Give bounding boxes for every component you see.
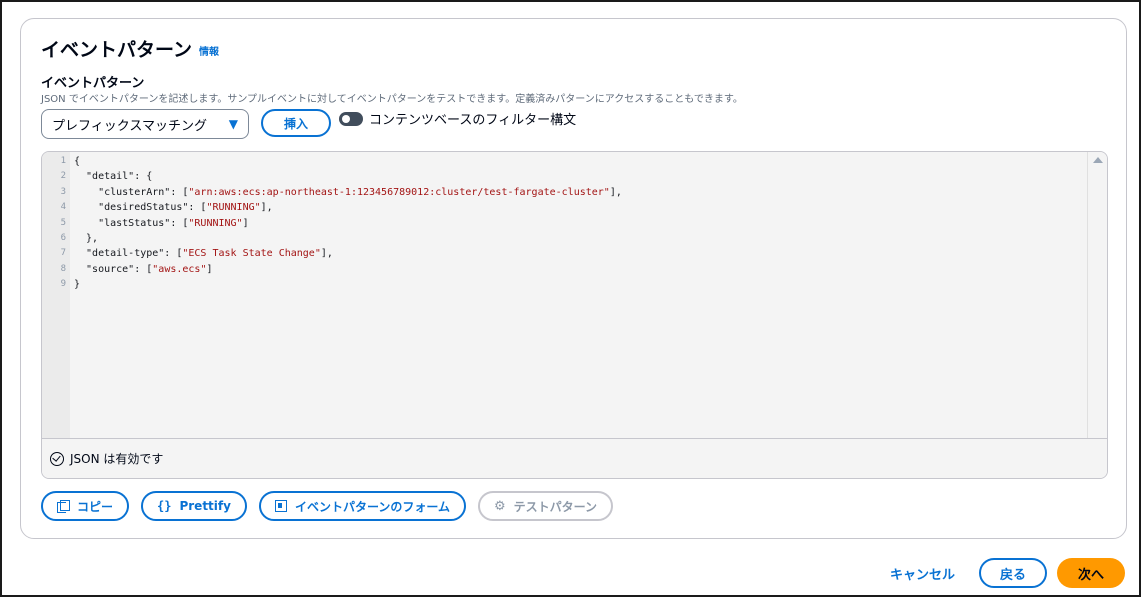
code-line[interactable]: 7 "detail-type": ["ECS Task State Change… bbox=[42, 246, 1087, 261]
editor-actions: コピー {} Prettify イベントパターンのフォーム ⚙ テストパターン bbox=[41, 491, 614, 521]
code-text: "source": ["aws.ecs"] bbox=[70, 262, 213, 277]
code-content[interactable]: 1{2 "detail": {3 "clusterArn": ["arn:aws… bbox=[42, 154, 1087, 293]
code-token: ], bbox=[260, 202, 273, 214]
line-number: 3 bbox=[60, 186, 66, 197]
info-link[interactable]: 情報 bbox=[199, 43, 219, 58]
caret-down-icon: ▼ bbox=[228, 117, 238, 131]
field-description: JSON でイベントパターンを記述します。サンプルイベントに対してイベントパター… bbox=[41, 94, 743, 105]
toggle-switch-icon[interactable] bbox=[339, 111, 363, 126]
code-line[interactable]: 2 "detail": { bbox=[42, 169, 1087, 184]
code-string: "RUNNING" bbox=[188, 217, 243, 229]
content-filter-toggle-wrap[interactable]: コンテンツベースのフィルター構文 bbox=[339, 109, 576, 128]
prettify-label: Prettify bbox=[179, 499, 231, 513]
line-number: 1 bbox=[60, 156, 66, 166]
line-number: 5 bbox=[60, 217, 66, 228]
scroll-up-icon[interactable] bbox=[1093, 157, 1103, 163]
code-line[interactable]: 8 "source": ["aws.ecs"] bbox=[42, 262, 1087, 277]
pattern-type-select[interactable]: プレフィックスマッチング ▼ bbox=[41, 109, 249, 139]
toggle-label: コンテンツベースのフィルター構文 bbox=[369, 113, 577, 128]
code-text: "lastStatus": ["RUNNING"] bbox=[70, 216, 249, 231]
code-token: "lastStatus": [ bbox=[74, 217, 189, 229]
select-value: プレフィックスマッチング bbox=[52, 118, 207, 134]
code-token: ], bbox=[609, 186, 622, 198]
prettify-button[interactable]: {} Prettify bbox=[141, 491, 247, 521]
section-title: イベントパターン bbox=[41, 39, 193, 61]
code-string: "arn:aws:ecs:ap-northeast-1:123456789012… bbox=[188, 186, 610, 198]
code-text: } bbox=[70, 277, 80, 292]
wizard-footer: キャンセル 戻る 次へ bbox=[890, 558, 1125, 588]
code-text: "detail-type": ["ECS Task State Change"]… bbox=[70, 246, 333, 261]
braces-icon: {} bbox=[157, 499, 172, 513]
code-line[interactable]: 4 "desiredStatus": ["RUNNING"], bbox=[42, 200, 1087, 215]
code-editor[interactable]: 1{2 "detail": {3 "clusterArn": ["arn:aws… bbox=[41, 151, 1108, 479]
test-pattern-label: テストパターン bbox=[513, 499, 598, 514]
code-line[interactable]: 1{ bbox=[42, 154, 1087, 169]
code-token: ], bbox=[320, 248, 333, 260]
code-line[interactable]: 3 "clusterArn": ["arn:aws:ecs:ap-northea… bbox=[42, 185, 1087, 200]
line-number: 4 bbox=[60, 202, 66, 213]
code-token: { bbox=[74, 156, 81, 167]
code-text: "clusterArn": ["arn:aws:ecs:ap-northeast… bbox=[70, 185, 622, 200]
code-token: ] bbox=[242, 217, 249, 229]
line-number: 9 bbox=[60, 279, 66, 290]
code-token: "detail": { bbox=[74, 171, 153, 183]
code-text: }, bbox=[70, 231, 98, 246]
validation-status-bar: JSON は有効です bbox=[42, 438, 1107, 478]
line-number: 2 bbox=[60, 171, 66, 182]
form-icon bbox=[274, 500, 287, 512]
code-text: "desiredStatus": ["RUNNING"], bbox=[70, 200, 273, 215]
code-token: } bbox=[74, 279, 81, 291]
code-token: "clusterArn": [ bbox=[74, 186, 189, 198]
check-circle-icon bbox=[50, 451, 64, 466]
line-number: 8 bbox=[60, 263, 66, 274]
code-line[interactable]: 6 }, bbox=[42, 231, 1087, 246]
gear-icon: ⚙ bbox=[494, 498, 506, 514]
validation-status: JSON は有効です bbox=[70, 452, 164, 466]
code-line[interactable]: 9} bbox=[42, 277, 1087, 292]
code-line[interactable]: 5 "lastStatus": ["RUNNING"] bbox=[42, 216, 1087, 231]
next-button[interactable]: 次へ bbox=[1057, 558, 1125, 588]
code-token: "detail-type": [ bbox=[74, 248, 183, 260]
copy-icon bbox=[57, 500, 70, 513]
line-number: 7 bbox=[60, 248, 66, 259]
field-label: イベントパターン bbox=[41, 76, 145, 91]
code-token: ] bbox=[206, 263, 213, 275]
copy-button[interactable]: コピー bbox=[41, 491, 130, 521]
copy-label: コピー bbox=[77, 499, 114, 514]
code-text: "detail": { bbox=[70, 169, 152, 184]
code-string: "RUNNING" bbox=[206, 202, 261, 214]
test-pattern-button[interactable]: ⚙ テストパターン bbox=[478, 491, 614, 521]
code-token: "desiredStatus": [ bbox=[74, 202, 207, 214]
code-string: "ECS Task State Change" bbox=[182, 248, 321, 260]
code-text: { bbox=[70, 154, 80, 169]
line-number: 6 bbox=[60, 232, 66, 243]
insert-button[interactable]: 挿入 bbox=[261, 109, 331, 137]
code-token: }, bbox=[74, 232, 99, 244]
back-button[interactable]: 戻る bbox=[979, 558, 1047, 588]
pattern-form-button[interactable]: イベントパターンのフォーム bbox=[258, 491, 466, 521]
pattern-form-label: イベントパターンのフォーム bbox=[294, 499, 450, 514]
cancel-link[interactable]: キャンセル bbox=[890, 564, 969, 583]
code-string: "aws.ecs" bbox=[152, 263, 207, 275]
editor-scrollbar[interactable] bbox=[1087, 152, 1107, 438]
code-token: "source": [ bbox=[74, 263, 153, 275]
event-pattern-card: イベントパターン 情報 イベントパターン JSON でイベントパターンを記述しま… bbox=[20, 18, 1127, 539]
